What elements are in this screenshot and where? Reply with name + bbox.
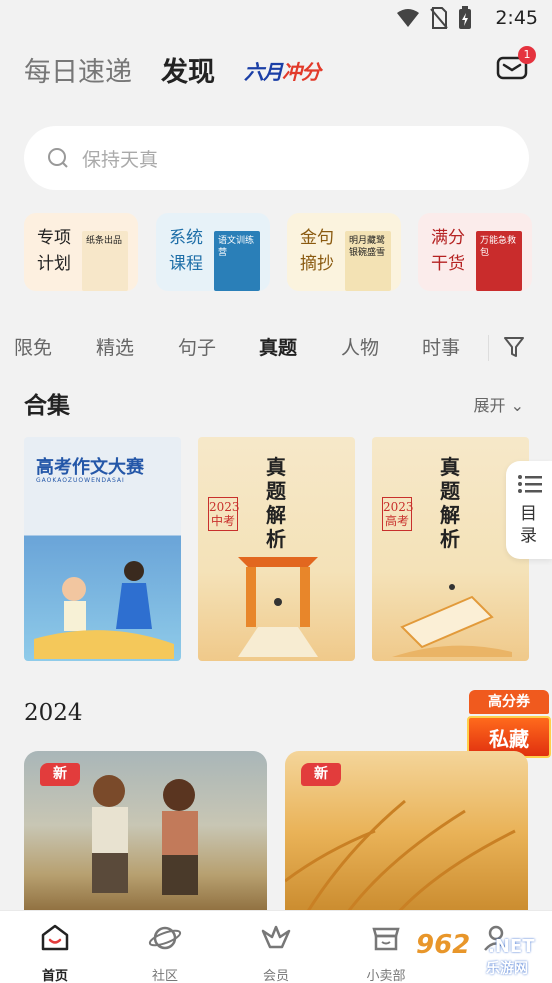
promo-prefix: 六月 [244,60,283,84]
card-book: 纸条出品 [82,231,128,291]
new-badge: 新 [301,763,341,786]
cover-tag: 2023高考 [382,497,414,531]
watermark-number: 962 [416,930,471,960]
tab-current-events[interactable]: 时事 [422,333,460,360]
cover-title: 真题解析 [266,455,286,551]
feature-cards: 专项计划 纸条出品 系统课程 语文训练营 金句摘抄 明月藏鹭 银碗盛雪 满分干货… [24,213,534,291]
card-book: 语文训练营 [214,231,260,291]
side-index-button[interactable]: 目录 [506,461,552,559]
filter-icon[interactable] [503,335,525,359]
home-icon [41,924,69,951]
tab-daily[interactable]: 每日速递 [24,50,132,89]
tab-free[interactable]: 限免 [14,333,52,360]
card-label: 金句摘抄 [300,228,334,274]
new-badge: 新 [40,763,80,786]
card-golden-quotes[interactable]: 金句摘抄 明月藏鹭 银碗盛雪 [287,213,401,291]
promo-banner[interactable]: 六月冲分 [244,56,321,85]
list-icon [518,475,542,493]
illustration-scroll [392,584,512,657]
tab-community[interactable]: 社区 [125,911,205,983]
watermark-net: .NET [488,936,535,957]
tab-discover[interactable]: 发现 [161,50,215,89]
mail-button[interactable]: 1 [496,46,536,82]
collection-cover-essay-contest[interactable]: 高考作文大赛 GAOKAOZUOWENDASAI [24,437,181,661]
card-system-course[interactable]: 系统课程 语文训练营 [156,213,270,291]
tab-label: 首页 [41,969,68,983]
illustration-gate [238,557,318,657]
expand-label: 展开 [473,396,506,415]
side-index-label: 目录 [520,504,537,546]
status-bar: 2:45 [0,0,552,38]
shop-icon [372,927,400,951]
tab-label: 会员 [262,969,289,983]
tab-sentences[interactable]: 句子 [178,333,216,360]
tab-featured[interactable]: 精选 [96,333,134,360]
category-tabs: 限免 精选 句子 真题 人物 时事 [0,333,552,365]
coupon-chest[interactable]: 高分券 私藏 [465,672,552,760]
illustration-students [34,561,174,659]
tab-label: 社区 [151,969,178,983]
article-tile[interactable]: 新 [24,751,267,916]
card-book: 明月藏鹭 银碗盛雪 [345,231,391,291]
no-sim-icon [430,7,448,29]
wifi-icon [397,9,419,27]
cover-title: 真题解析 [440,455,460,551]
tab-home[interactable]: 首页 [15,911,95,983]
tab-membership[interactable]: 会员 [236,911,316,983]
search-icon [48,148,68,168]
chest-top-label: 高分券 [469,690,549,714]
planet-icon [148,926,182,950]
illustration-running-boys [92,775,198,895]
status-icons [396,6,472,30]
card-full-marks[interactable]: 满分干货 万能急救包 [418,213,532,291]
collection-cover-zhongkao[interactable]: 真题解析 2023中考 [198,437,355,661]
tab-people[interactable]: 人物 [341,333,379,360]
card-label: 满分干货 [431,228,465,274]
site-watermark: 962 .NET 乐游网 [414,930,548,980]
clock: 2:45 [495,7,538,29]
cover-tag: 2023中考 [208,497,240,531]
promo-suffix: 冲分 [282,60,321,84]
tab-real-exams[interactable]: 真题 [259,333,297,360]
expand-button[interactable]: 展开 ⌄ [473,392,524,416]
chevron-down-icon: ⌄ [510,396,524,415]
article-tile[interactable]: 新 [285,751,528,916]
card-book: 万能急救包 [476,231,522,291]
year-section-title: 2024 [24,700,83,726]
mail-badge: 1 [518,46,536,64]
card-label: 系统课程 [169,228,203,274]
crown-icon [261,925,291,949]
card-label: 专项计划 [37,228,71,274]
battery-icon [459,6,471,29]
top-nav: 每日速递 发现 六月冲分 1 [24,46,536,90]
illustration-wheat-field [285,799,516,916]
search-bar[interactable]: 保持天真 [24,126,529,190]
cover-title: 高考作文大赛 [36,457,144,478]
divider [488,335,489,361]
card-special-plan[interactable]: 专项计划 纸条出品 [24,213,138,291]
collection-title: 合集 [24,392,70,419]
watermark-site: 乐游网 [486,961,528,977]
cover-subtitle: GAOKAOZUOWENDASAI [36,477,125,484]
search-placeholder: 保持天真 [82,148,159,171]
